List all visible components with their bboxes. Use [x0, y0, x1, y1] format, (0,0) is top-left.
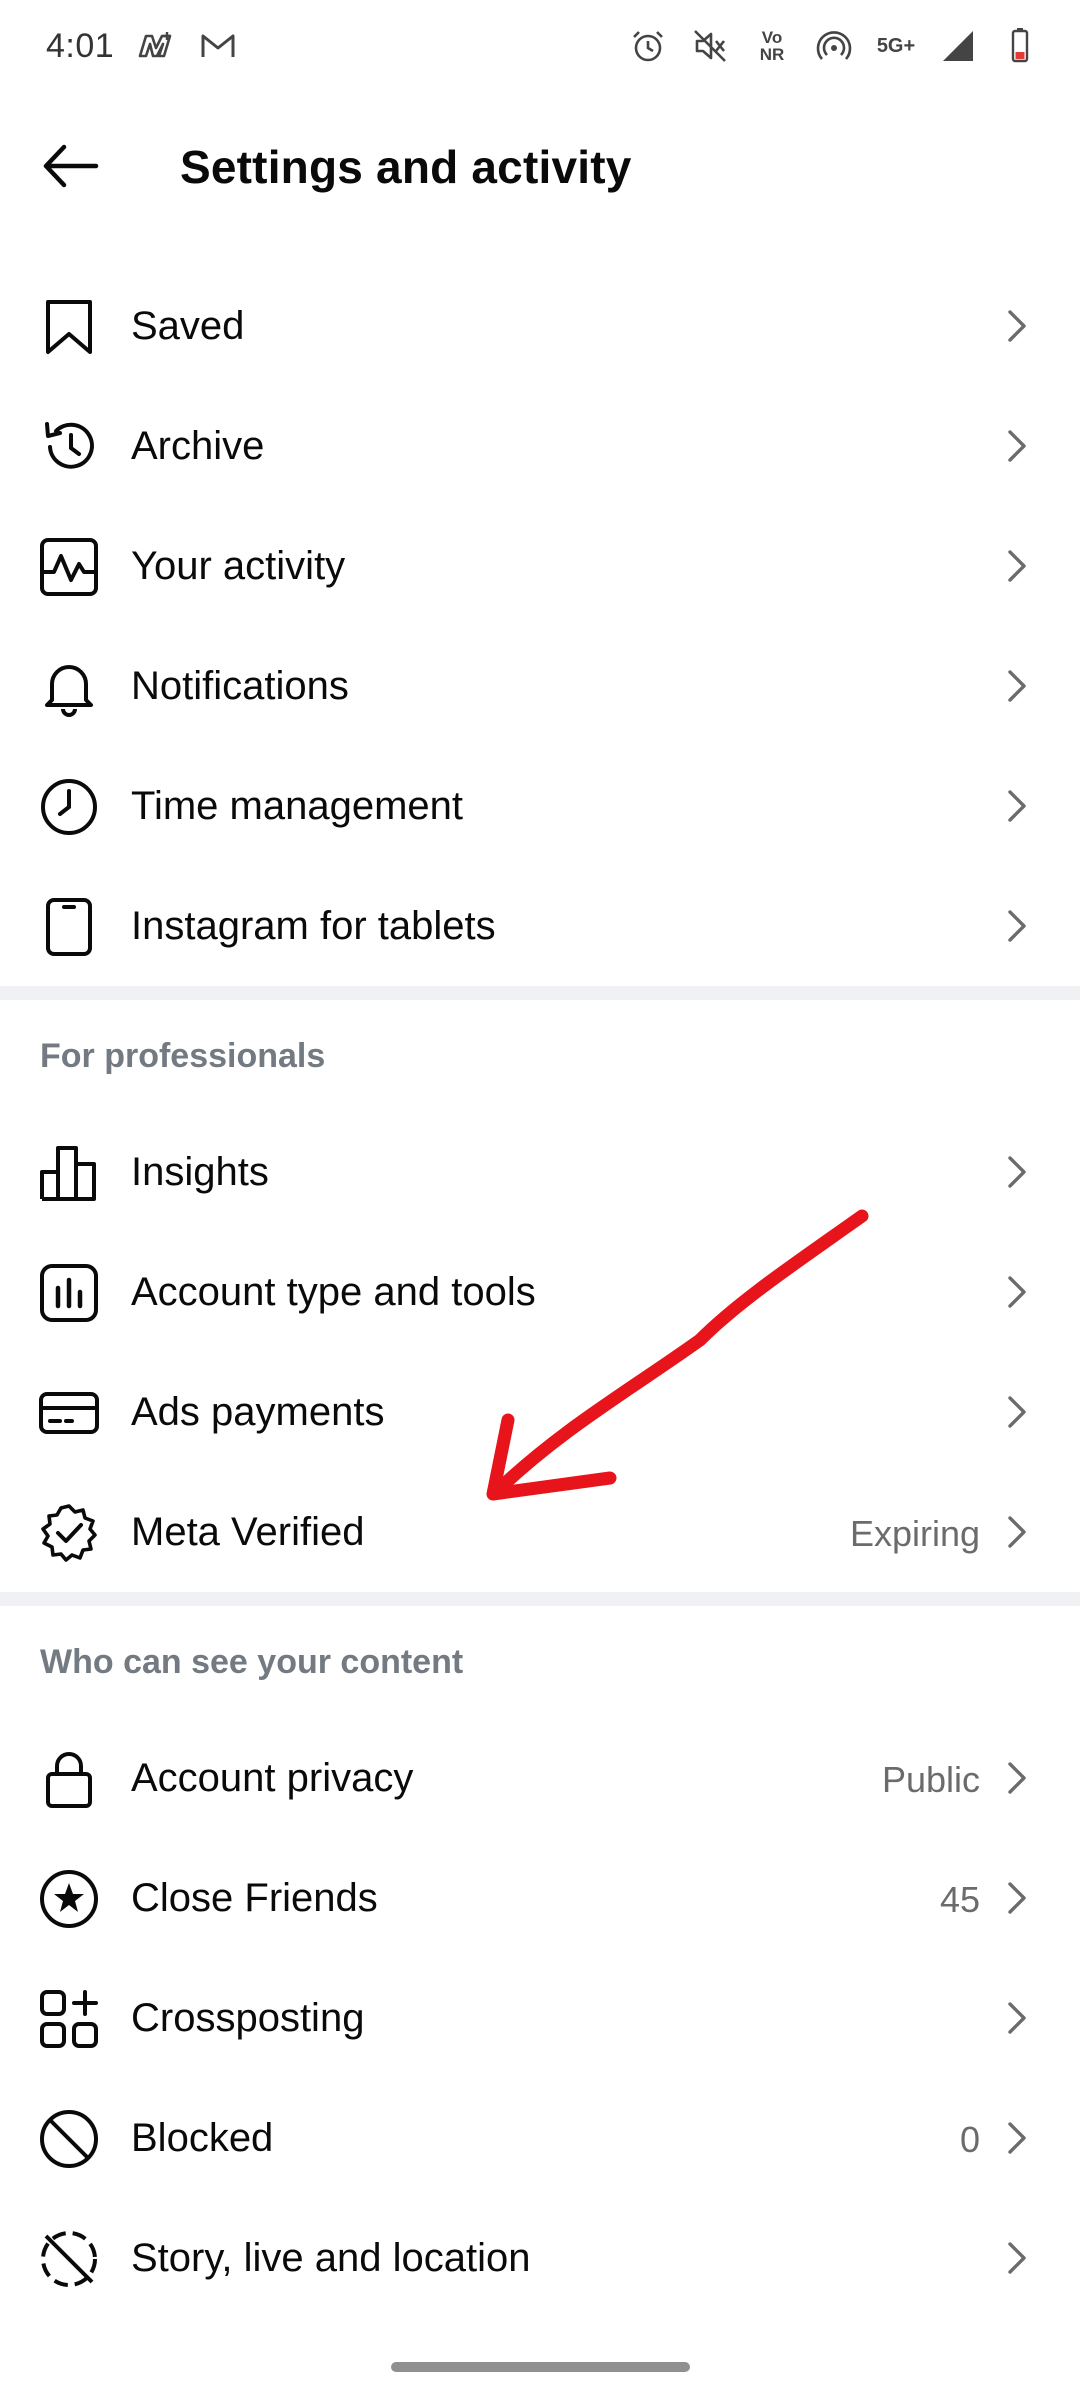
status-left: 4:01 [46, 26, 238, 66]
chevron-right-icon [996, 1272, 1036, 1312]
status-value: Expiring [849, 1513, 980, 1554]
crosspost-grid-icon [38, 1988, 100, 2050]
settings-item-crossposting[interactable]: Crossposting [0, 1958, 1080, 2078]
settings-item-ads-payments[interactable]: Ads payments [0, 1352, 1080, 1472]
settings-item-account-privacy[interactable]: Account privacy Public [0, 1718, 1080, 1838]
settings-item-time-management[interactable]: Time management [0, 746, 1080, 866]
item-label: Story, live and location [131, 2236, 531, 2280]
status-time: 4:01 [46, 26, 115, 65]
settings-item-story-live-location[interactable]: Story, live and location [0, 2198, 1080, 2318]
item-label: Your activity [131, 544, 346, 588]
settings-item-close-friends[interactable]: Close Friends 45 [0, 1838, 1080, 1958]
item-label: Blocked [131, 2116, 274, 2160]
mute-icon [690, 26, 730, 66]
alarm-icon [628, 26, 668, 66]
settings-item-instagram-for-tablets[interactable]: Instagram for tablets [0, 866, 1080, 986]
count-value: 0 [959, 2119, 980, 2160]
hotspot-icon [814, 26, 854, 66]
activity-icon [38, 536, 100, 598]
section-divider [0, 1592, 1080, 1606]
chevron-right-icon [996, 1512, 1036, 1552]
chevron-right-icon [996, 1392, 1036, 1432]
item-label: Crossposting [131, 1996, 365, 2040]
settings-screen: 4:01 Vo NR 5G+ Settings and activity Sav… [0, 0, 1080, 2400]
5g-icon: 5G+ [876, 26, 916, 66]
section-heading-professionals: For professionals [40, 1037, 326, 1075]
signal-icon [938, 26, 978, 66]
bookmark-icon [38, 296, 100, 358]
network-label: 5G+ [876, 34, 916, 57]
back-button[interactable] [30, 134, 110, 198]
home-indicator[interactable] [391, 2362, 690, 2372]
section-divider [0, 986, 1080, 1000]
settings-item-meta-verified[interactable]: Meta Verified Expiring [0, 1472, 1080, 1592]
status-value: Public [881, 1759, 980, 1800]
lock-icon [38, 1748, 100, 1810]
chevron-right-icon [996, 306, 1036, 346]
chevron-right-icon [996, 2118, 1036, 2158]
chevron-right-icon [996, 1998, 1036, 2038]
chevron-right-icon [996, 426, 1036, 466]
item-label: Insights [131, 1150, 269, 1194]
chevron-right-icon [996, 546, 1036, 586]
settings-item-insights[interactable]: Insights [0, 1112, 1080, 1232]
tablet-icon [38, 896, 100, 958]
volte-icon: Vo NR [752, 26, 792, 66]
item-label: Ads payments [131, 1390, 385, 1434]
story-off-icon [38, 2228, 100, 2290]
clock-icon [38, 776, 100, 838]
chevron-right-icon [996, 906, 1036, 946]
settings-item-notifications[interactable]: Notifications [0, 626, 1080, 746]
archive-history-icon [38, 416, 100, 478]
settings-item-archive[interactable]: Archive [0, 386, 1080, 506]
gmail-icon [198, 26, 238, 66]
account-tools-icon [38, 1262, 100, 1324]
battery-icon [1000, 26, 1040, 66]
item-label: Account type and tools [131, 1270, 536, 1314]
section-heading-content: Who can see your content [40, 1643, 464, 1681]
bell-icon [38, 656, 100, 718]
item-label: Notifications [131, 664, 349, 708]
bar-chart-icon [38, 1142, 100, 1204]
settings-item-account-type-and-tools[interactable]: Account type and tools [0, 1232, 1080, 1352]
chevron-right-icon [996, 2238, 1036, 2278]
mobile-m-icon [136, 26, 176, 66]
chevron-right-icon [996, 666, 1036, 706]
settings-item-blocked[interactable]: Blocked 0 [0, 2078, 1080, 2198]
item-label: Meta Verified [131, 1510, 365, 1554]
chevron-right-icon [996, 1758, 1036, 1798]
volte-label: Vo [761, 28, 783, 47]
item-label: Saved [131, 304, 245, 348]
chevron-right-icon [996, 1878, 1036, 1918]
block-icon [38, 2108, 100, 2170]
item-label: Close Friends [131, 1876, 378, 1920]
item-label: Instagram for tablets [131, 904, 496, 948]
arrow-left-icon [43, 144, 99, 188]
item-label: Archive [131, 424, 265, 468]
item-label: Account privacy [131, 1756, 414, 1800]
item-label: Time management [131, 784, 463, 828]
nr-label: NR [759, 45, 785, 64]
page-title: Settings and activity [180, 141, 632, 193]
status-bar: 4:01 Vo NR 5G+ [0, 0, 1080, 92]
credit-card-icon [38, 1382, 100, 1444]
count-value: 45 [939, 1879, 980, 1920]
settings-item-your-activity[interactable]: Your activity [0, 506, 1080, 626]
chevron-right-icon [996, 1152, 1036, 1192]
header: Settings and activity [0, 110, 1080, 220]
star-circle-icon [38, 1868, 100, 1930]
status-right: Vo NR 5G+ [628, 26, 1040, 66]
settings-item-saved[interactable]: Saved [0, 266, 1080, 386]
chevron-right-icon [996, 786, 1036, 826]
verified-badge-icon [38, 1502, 100, 1564]
